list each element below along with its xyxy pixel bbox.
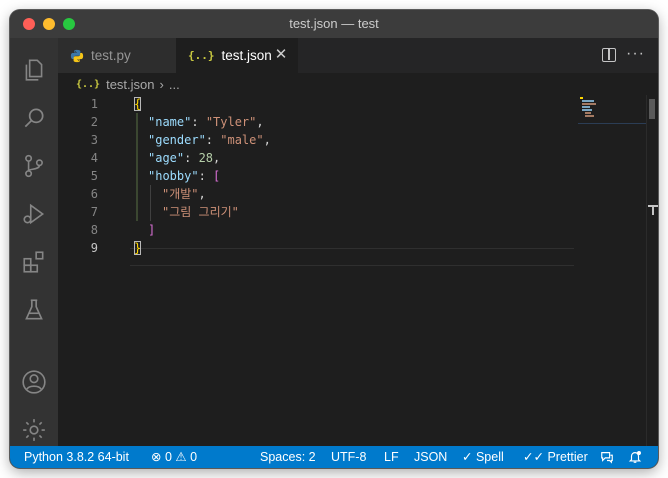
- indent-guide: [150, 185, 151, 221]
- open-brace: {: [134, 97, 142, 111]
- json-key: "name": [148, 115, 192, 129]
- account-icon[interactable]: [20, 368, 48, 396]
- code-line: "그림 그리기": [162, 203, 239, 221]
- chevron-right-icon: ›: [159, 76, 164, 92]
- vertical-scrollbar[interactable]: [646, 95, 658, 446]
- tab-label: test.py: [91, 48, 131, 63]
- explorer-icon[interactable]: [20, 56, 48, 84]
- code-line: "hobby": [: [148, 167, 220, 185]
- json-string: "Tyler": [205, 115, 257, 129]
- comma: ,: [213, 151, 221, 165]
- testing-flask-icon[interactable]: [20, 296, 48, 324]
- spell-label: Spell: [475, 450, 504, 464]
- split-editor-icon[interactable]: [602, 48, 616, 62]
- line-number: 3: [90, 133, 98, 147]
- breadcrumb-file[interactable]: test.json: [106, 77, 154, 92]
- line-number-active: 9: [90, 241, 98, 255]
- code-line: }: [134, 239, 142, 257]
- warning-icon: ⚠: [175, 450, 187, 464]
- prettier-status[interactable]: ✓✓ Prettier: [523, 446, 588, 468]
- code-line: "name": "Tyler",: [148, 113, 264, 131]
- json-string: "male": [220, 133, 264, 147]
- close-bracket: ]: [148, 223, 156, 237]
- prettier-label: Prettier: [547, 450, 588, 464]
- eol-selector[interactable]: LF: [384, 446, 399, 468]
- line-number: 8: [90, 223, 98, 237]
- line-number: 7: [90, 205, 98, 219]
- run-debug-icon[interactable]: [20, 200, 48, 228]
- code-line: "age": 28,: [148, 149, 220, 167]
- tab-test-json[interactable]: {..} test.json ✕: [176, 38, 298, 73]
- breadcrumb: {..} test.json › ...: [58, 73, 658, 95]
- spell-checker[interactable]: ✓ Spell: [462, 446, 504, 468]
- title-bar: test.json — test: [10, 10, 658, 38]
- notifications-bell-icon[interactable]: [628, 450, 642, 464]
- settings-gear-icon[interactable]: [20, 416, 48, 444]
- scrollbar-thumb[interactable]: [649, 99, 655, 119]
- code-line: ]: [148, 221, 155, 239]
- open-bracket: [: [213, 169, 221, 183]
- comma: ,: [256, 115, 264, 129]
- double-check-icon: ✓✓: [523, 450, 544, 464]
- json-icon: {..}: [188, 49, 215, 62]
- colon: :: [191, 115, 206, 129]
- cursor-position-marker: [647, 205, 658, 215]
- json-key: "hobby": [148, 169, 199, 183]
- json-key: "gender": [148, 133, 206, 147]
- language-mode-selector[interactable]: JSON: [414, 446, 447, 468]
- problems-indicator[interactable]: ⊗ 0 ⚠ 0: [151, 446, 197, 468]
- line-number: 2: [90, 115, 98, 129]
- json-string: "개발": [162, 187, 199, 201]
- comma: ,: [198, 187, 206, 201]
- code-line: "개발",: [162, 185, 206, 203]
- minimap[interactable]: [578, 95, 646, 124]
- status-bar: Python 3.8.2 64-bit ⊗ 0 ⚠ 0 Spaces: 2 UT…: [10, 446, 658, 468]
- encoding-selector[interactable]: UTF-8: [331, 446, 366, 468]
- check-icon: ✓: [462, 450, 473, 464]
- warning-count: 0: [190, 450, 198, 464]
- activity-bar: 1: [10, 38, 58, 466]
- breadcrumb-ellipsis[interactable]: ...: [169, 77, 180, 92]
- python-interpreter-selector[interactable]: Python 3.8.2 64-bit: [24, 446, 129, 468]
- tab-test-py[interactable]: test.py: [58, 38, 176, 73]
- feedback-icon[interactable]: [600, 450, 614, 464]
- comma: ,: [263, 133, 271, 147]
- tab-label: test.json: [221, 48, 272, 63]
- line-number: 6: [90, 187, 98, 201]
- json-icon: {..}: [76, 78, 101, 90]
- line-number: 5: [90, 169, 98, 183]
- python-icon: [70, 49, 84, 62]
- indentation-selector[interactable]: Spaces: 2: [260, 446, 316, 468]
- colon: :: [198, 169, 214, 183]
- line-number: 4: [90, 151, 98, 165]
- more-actions-icon[interactable]: ···: [626, 45, 645, 63]
- error-count: 0: [164, 450, 172, 464]
- json-string: "그림 그리기": [162, 205, 239, 219]
- error-icon: ⊗: [151, 450, 162, 464]
- current-line-highlight: [130, 248, 574, 266]
- close-brace: }: [134, 241, 142, 255]
- indent-guide: [136, 113, 138, 221]
- code-line: {: [134, 95, 142, 113]
- editor-tab-bar: test.py {..} test.json ✕ ···: [58, 38, 658, 73]
- colon: :: [205, 133, 221, 147]
- code-line: "gender": "male",: [148, 131, 271, 149]
- colon: :: [184, 151, 199, 165]
- json-key: "age": [148, 151, 185, 165]
- close-tab-icon[interactable]: ✕: [274, 47, 288, 62]
- json-number: 28: [198, 151, 214, 165]
- vscode-window: test.json — test test.py {..} test.json …: [10, 10, 658, 468]
- window-title: test.json — test: [289, 16, 379, 31]
- source-control-icon[interactable]: [20, 152, 48, 180]
- code-editor[interactable]: 1 2 3 4 5 6 7 8 9 { "name": "Tyler", "ge…: [58, 95, 658, 446]
- extensions-icon[interactable]: [20, 248, 48, 276]
- search-icon[interactable]: [20, 104, 48, 132]
- line-number: 1: [90, 97, 98, 111]
